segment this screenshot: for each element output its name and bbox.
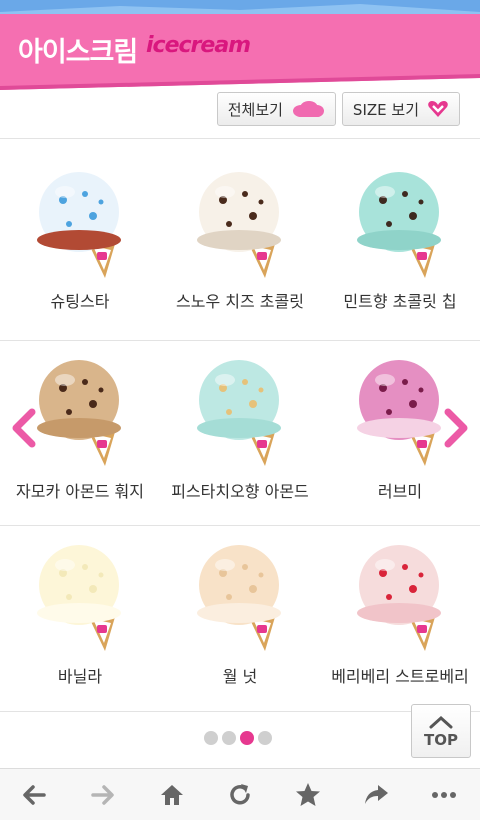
more-icon[interactable] [430,781,458,809]
product-item[interactable]: 피스타치오향 아몬드 [160,340,320,520]
ice-cream-image [197,545,281,651]
product-item[interactable]: 스노우 치즈 초콜릿 [160,138,320,318]
view-toolbar: 전체보기 SIZE 보기 [216,92,460,126]
size-view-label: SIZE 보기 [352,100,419,119]
page-dot-active[interactable] [240,731,254,745]
product-item[interactable]: 민트향 초콜릿 칩 [320,138,480,318]
ice-cream-image [197,360,281,466]
product-name: 스노우 치즈 초콜릿 [176,292,304,311]
ice-cream-image [357,545,441,651]
ice-cream-image [357,172,441,278]
page-dot[interactable] [258,731,272,745]
home-icon[interactable] [158,781,186,809]
product-name: 자모카 아몬드 훠지 [16,482,144,501]
scroll-top-label: TOP [424,731,458,749]
ice-cream-image [37,172,121,278]
product-name: 바닐라 [57,667,103,686]
page-indicator [204,731,272,745]
page-dot[interactable] [222,731,236,745]
refresh-icon[interactable] [226,781,254,809]
cloud-icon [292,101,324,117]
prev-page-arrow-icon[interactable] [8,408,38,448]
view-all-button[interactable]: 전체보기 [216,92,336,126]
page-subtitle: icecream [146,33,251,58]
forward-icon[interactable] [89,781,117,809]
product-name: 슈팅스타 [50,292,110,311]
product-name: 월 넛 [222,667,258,686]
bookmark-star-icon[interactable] [294,781,322,809]
product-name: 베리베리 스트로베리 [331,667,469,686]
ice-cream-image [357,360,441,466]
product-name: 민트향 초콜릿 칩 [343,292,457,311]
ice-cream-image [37,360,121,466]
back-icon[interactable] [20,781,48,809]
browser-toolbar [0,768,480,820]
size-view-button[interactable]: SIZE 보기 [341,92,460,126]
product-item[interactable]: 바닐라 [0,525,160,705]
divider [0,340,480,341]
share-icon[interactable] [362,781,390,809]
scroll-top-button[interactable]: TOP [411,704,471,758]
page-header: 아이스크림 icecream [0,0,480,96]
next-page-arrow-icon[interactable] [442,408,472,448]
ice-cream-image [197,172,281,278]
product-name: 러브미 [377,482,423,501]
divider [0,525,480,526]
heart-chevron-icon [428,101,448,117]
view-all-label: 전체보기 [227,100,283,119]
product-item[interactable]: 슈팅스타 [0,138,160,318]
page-dot[interactable] [204,731,218,745]
divider [0,711,480,712]
product-item[interactable]: 베리베리 스트로베리 [320,525,480,705]
ice-cream-image [37,545,121,651]
page-title: 아이스크림 [18,37,138,68]
product-item[interactable]: 월 넛 [160,525,320,705]
product-name: 피스타치오향 아몬드 [171,482,309,501]
